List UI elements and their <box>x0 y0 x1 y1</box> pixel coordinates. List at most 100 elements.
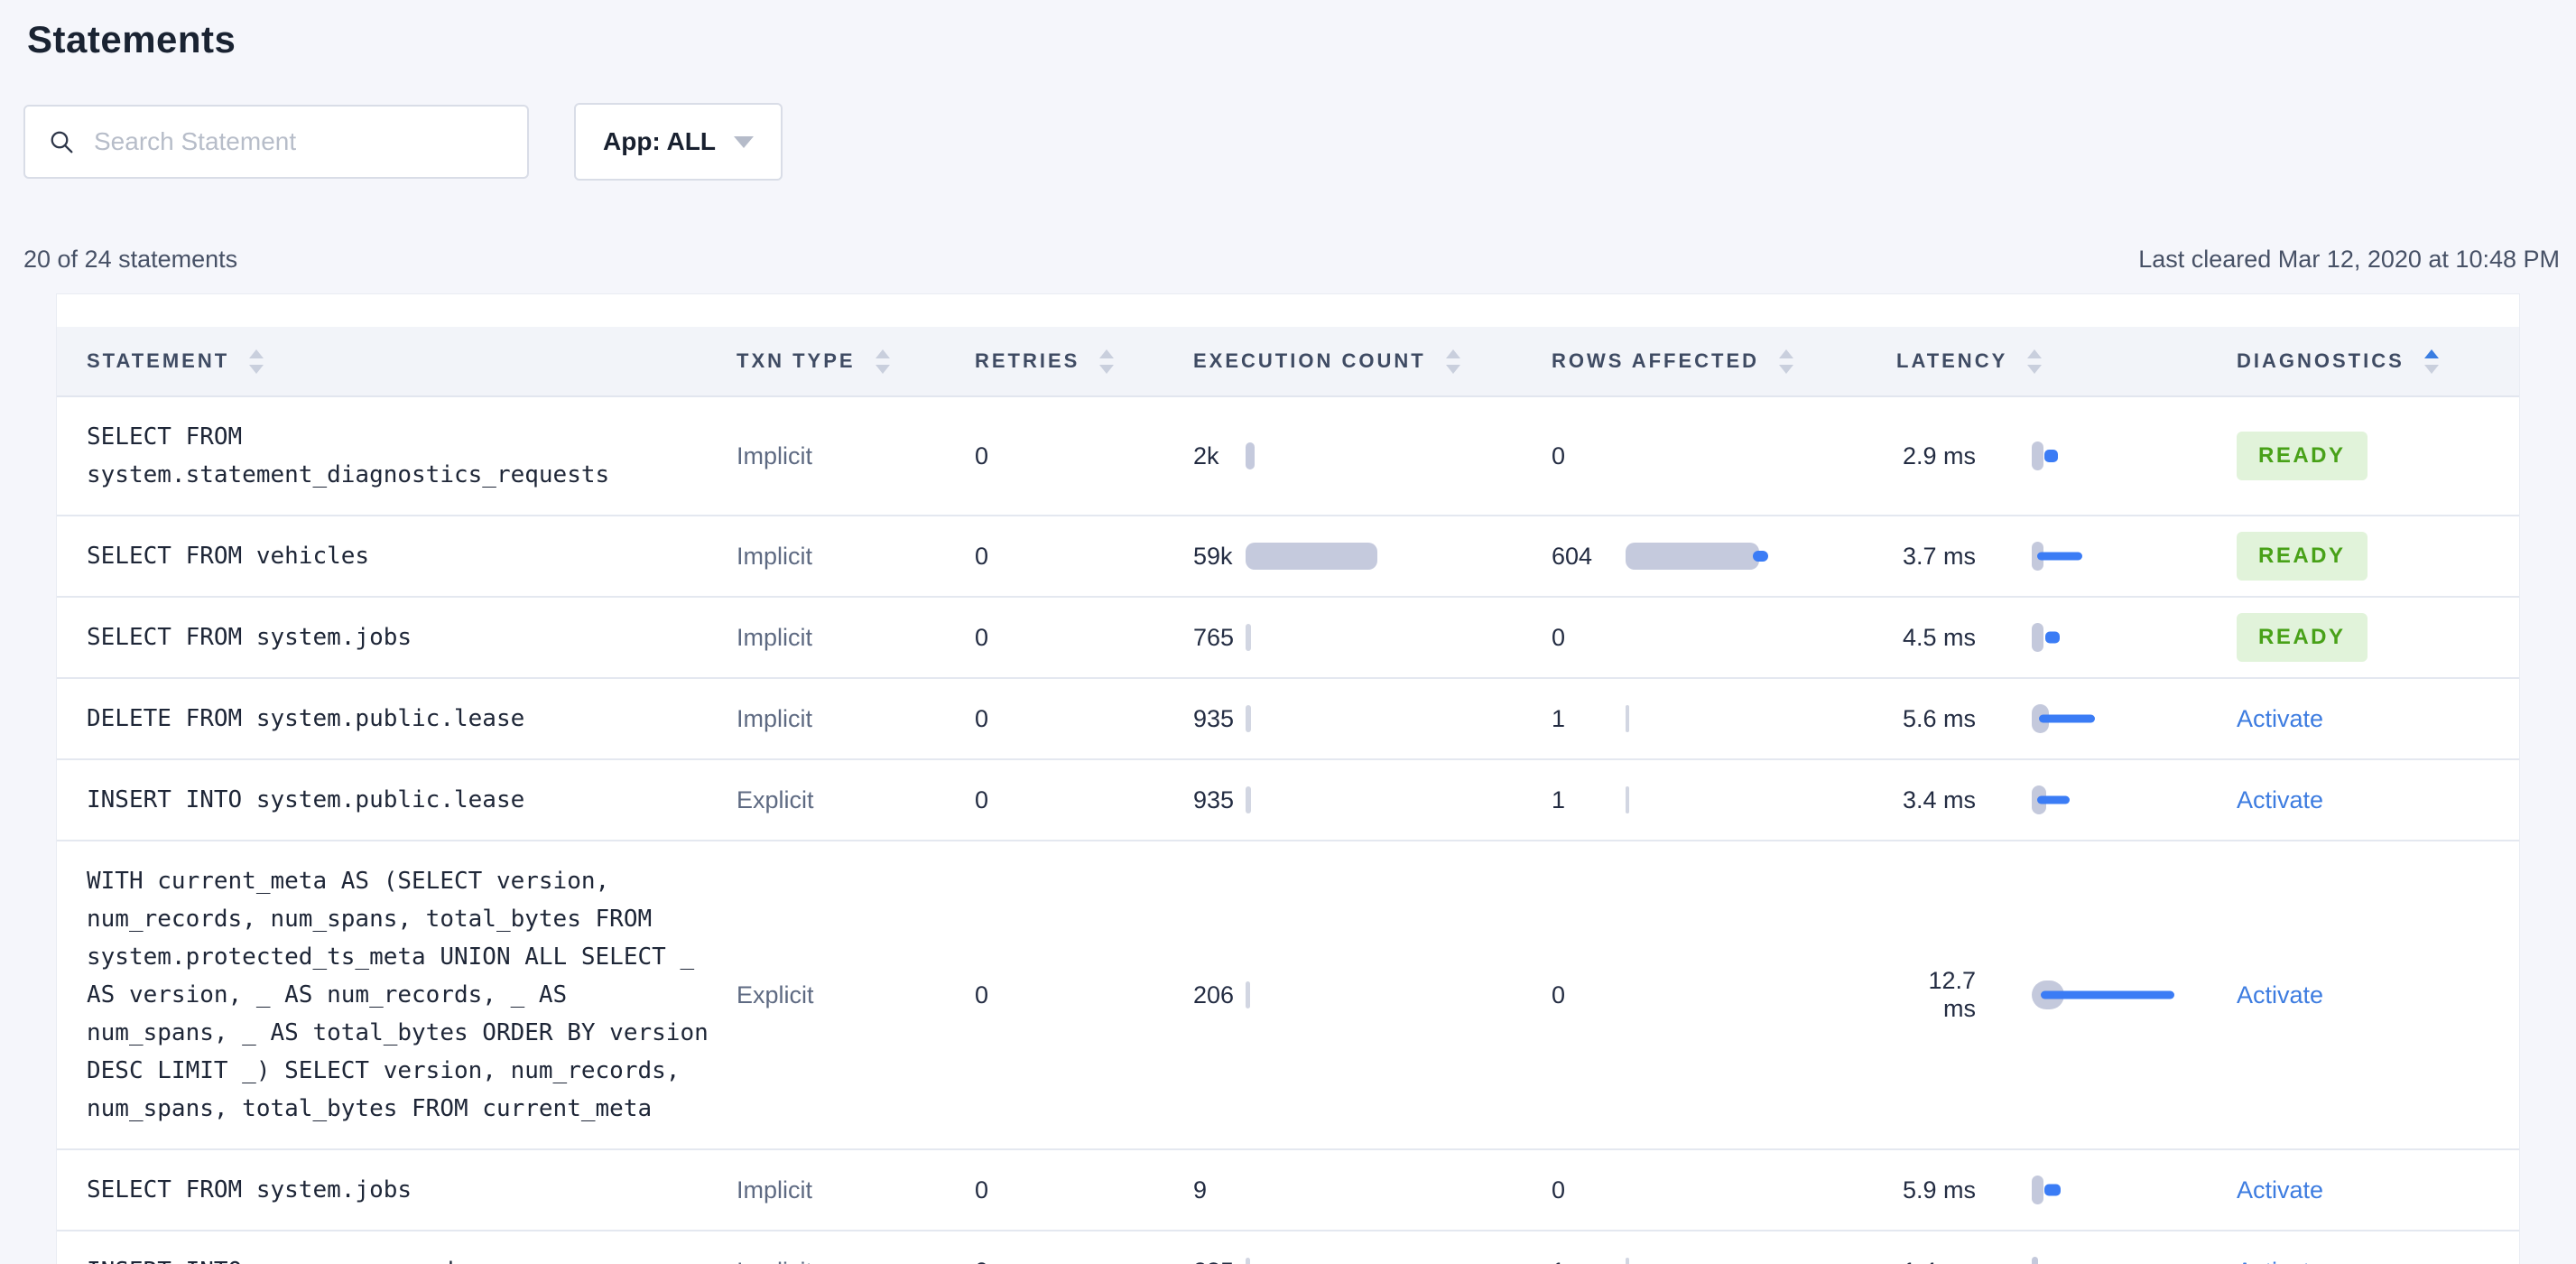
statement-cell[interactable]: SELECT FROM system.jobs <box>87 598 737 677</box>
diagnostics-cell: Activate <box>2237 705 2491 733</box>
execution-count-bar <box>1246 622 1552 653</box>
sort-asc-icon <box>875 349 890 358</box>
diagnostics-ready-badge: READY <box>2237 432 2368 480</box>
activate-diagnostics-link[interactable]: Activate <box>2237 705 2323 732</box>
retries-cell: 0 <box>975 1176 989 1204</box>
table-row: DELETE FROM system.public.lease Implicit… <box>57 679 2519 760</box>
rows-affected-bar <box>1626 703 1896 734</box>
statement-cell[interactable]: WITH current_meta AS (SELECT version, nu… <box>87 841 737 1148</box>
rows-affected-cell: 0 <box>1552 622 1896 653</box>
table-row: SELECT FROM system.jobs Implicit 0 765 0… <box>57 598 2519 679</box>
search-input[interactable] <box>92 126 509 157</box>
execution-count-bar <box>1246 441 1552 471</box>
activate-diagnostics-link[interactable]: Activate <box>2237 1258 2323 1264</box>
last-cleared-timestamp: Last cleared Mar 12, 2020 at 10:48 PM <box>2138 246 2560 273</box>
txn-type-cell: Explicit <box>737 981 814 1008</box>
retries-cell: 0 <box>975 542 989 570</box>
rows-affected-cell: 0 <box>1552 441 1896 471</box>
activate-diagnostics-link[interactable]: Activate <box>2237 981 2323 1008</box>
statement-cell[interactable]: SELECT FROM vehicles <box>87 516 737 596</box>
txn-type-cell: Implicit <box>737 542 813 570</box>
search-icon <box>51 131 73 153</box>
app-filter-dropdown[interactable]: App: ALL <box>574 103 783 181</box>
column-header[interactable]: LATENCY <box>1896 349 2237 374</box>
sort-arrows-icon[interactable] <box>2027 349 2043 374</box>
rows-affected-value: 1 <box>1552 704 1566 732</box>
latency-value: 5.9 ms <box>1902 1176 1976 1204</box>
app-filter-label: App: ALL <box>603 127 716 155</box>
latency-mean-bar <box>2039 714 2095 723</box>
latency-mean-bar <box>2044 450 2058 462</box>
txn-type-cell: Implicit <box>737 1258 975 1264</box>
search-statement-box[interactable] <box>23 105 529 179</box>
diagnostics-cell: READY <box>2237 613 2491 662</box>
retries-cell: 0 <box>975 704 989 732</box>
rows-affected-bar <box>1626 1256 1896 1264</box>
column-header[interactable]: STATEMENT <box>87 349 737 374</box>
latency-mean-bar <box>2041 990 2174 999</box>
sort-arrows-icon[interactable] <box>2423 349 2439 374</box>
sort-arrows-icon[interactable] <box>1779 349 1794 374</box>
activate-diagnostics-link[interactable]: Activate <box>2237 1176 2323 1204</box>
statement-cell[interactable]: DELETE FROM system.public.lease <box>87 679 737 758</box>
statement-cell[interactable]: SELECT FROM system.statement_diagnostics… <box>87 397 737 515</box>
table-row: SELECT FROM system.statement_diagnostics… <box>57 397 2519 516</box>
execution-count-value: 285 <box>1193 1258 1246 1264</box>
latency-bar <box>2032 979 2237 1011</box>
table-row: SELECT FROM vehicles Implicit 0 59k 604 … <box>57 516 2519 598</box>
execution-count-value: 2k <box>1193 441 1219 469</box>
statements-table-card: STATEMENT TXN TYPE RETRIES EXECUTION COU… <box>56 293 2520 1264</box>
sort-desc-icon <box>1445 364 1460 374</box>
sort-arrows-icon[interactable] <box>249 349 264 374</box>
rows-affected-value: 0 <box>1552 1176 1566 1204</box>
rows-affected-bar-fill <box>1626 1258 1629 1264</box>
latency-value: 3.7 ms <box>1902 542 1976 570</box>
sort-desc-icon <box>2423 364 2439 374</box>
rows-affected-value: 1 <box>1552 1258 1626 1264</box>
rows-affected-cell: 1 <box>1552 785 1896 815</box>
statement-cell[interactable]: INSERT INTO system.public.lease <box>87 760 737 840</box>
latency-cell: 5.6 ms <box>1896 702 2237 735</box>
meta-row: 20 of 24 statements Last cleared Mar 12,… <box>23 246 2567 274</box>
sort-desc-icon <box>875 364 890 374</box>
rows-affected-bar <box>1626 441 1896 471</box>
latency-mean-bar <box>2037 795 2070 804</box>
toolbar: App: ALL <box>23 103 2567 181</box>
statement-cell[interactable]: SELECT FROM system.jobs <box>87 1150 737 1230</box>
page-title: Statements <box>27 18 236 60</box>
column-header-label: DIAGNOSTICS <box>2237 349 2405 372</box>
sort-asc-icon <box>2027 349 2043 358</box>
execution-count-value: 935 <box>1193 704 1235 732</box>
table-row: INSERT INTO system.public.lease Explicit… <box>57 760 2519 841</box>
rows-affected-value: 0 <box>1552 441 1566 469</box>
sort-arrows-icon[interactable] <box>1099 349 1115 374</box>
rows-affected-value: 0 <box>1552 623 1566 651</box>
latency-cell: 4.5 ms <box>1896 621 2237 654</box>
statement-count: 20 of 24 statements <box>23 246 238 273</box>
latency-mean-bar <box>2044 1184 2061 1196</box>
latency-bar <box>2032 1174 2237 1206</box>
sort-asc-icon <box>1099 349 1115 358</box>
sort-arrows-icon[interactable] <box>1445 349 1460 374</box>
column-header[interactable]: RETRIES <box>975 349 1193 374</box>
latency-bar <box>2032 1255 2237 1264</box>
sort-arrows-icon[interactable] <box>875 349 890 374</box>
latency-bar <box>2032 540 2237 572</box>
column-header-label: RETRIES <box>975 349 1080 372</box>
column-header[interactable]: ROWS AFFECTED <box>1552 349 1896 374</box>
table-header-row: STATEMENT TXN TYPE RETRIES EXECUTION COU… <box>57 327 2519 397</box>
execution-count-bar <box>1246 785 1552 815</box>
txn-type-cell: Explicit <box>737 785 814 813</box>
column-header[interactable]: TXN TYPE <box>737 349 975 374</box>
execution-count-cell: 935 <box>1193 785 1552 815</box>
statement-cell[interactable]: INSERT INTO user_promo_codes <box>87 1231 737 1264</box>
diagnostics-ready-badge: READY <box>2237 532 2368 581</box>
rows-affected-bar-fill <box>1626 786 1629 813</box>
latency-value: 1.4 ms <box>1896 1258 1976 1264</box>
execution-count-value: 206 <box>1193 981 1235 1008</box>
latency-mean-bar <box>2045 631 2060 644</box>
sort-asc-icon <box>1445 349 1460 358</box>
column-header[interactable]: EXECUTION COUNT <box>1193 349 1552 374</box>
activate-diagnostics-link[interactable]: Activate <box>2237 786 2323 813</box>
column-header[interactable]: DIAGNOSTICS <box>2237 349 2491 374</box>
